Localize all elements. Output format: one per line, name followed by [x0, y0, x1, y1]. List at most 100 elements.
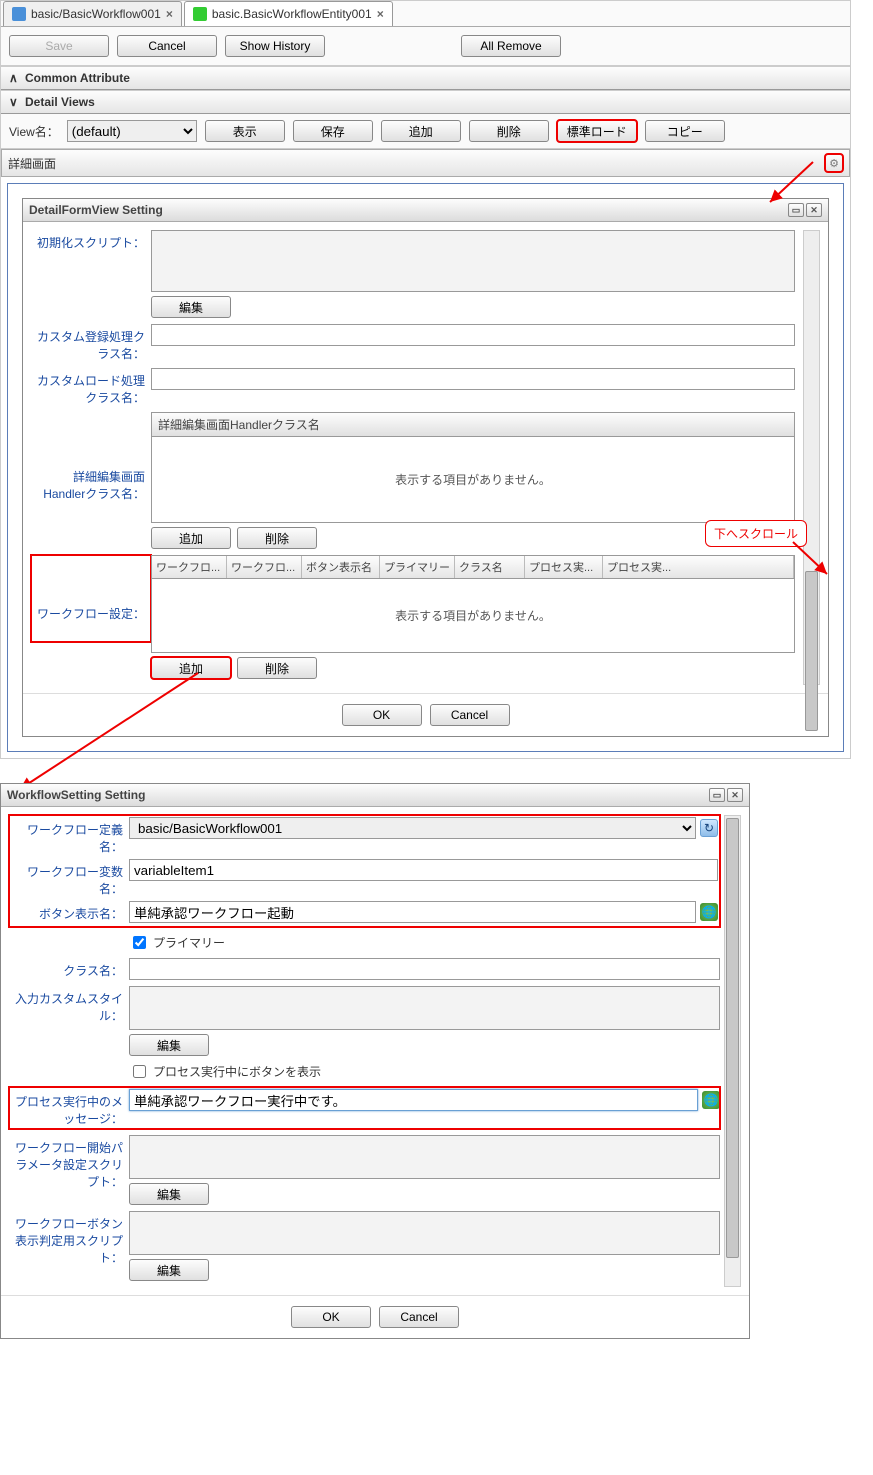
- window-titlebar: DetailFormView Setting ▭ ✕: [23, 199, 828, 222]
- tab-basic-workflow-entity[interactable]: basic.BasicWorkflowEntity001 ×: [184, 1, 393, 26]
- chevron-right-icon: ∧: [9, 71, 19, 85]
- handler-label: 詳細編集画面Handlerクラス名：: [31, 412, 151, 502]
- edit-button[interactable]: 編集: [151, 296, 231, 318]
- workflow-grid-header: ワークフロ... ワークフロ... ボタン表示名 プライマリー クラス名 プロセ…: [151, 555, 795, 579]
- form-area: 初期化スクリプト： 編集 カスタム登録処理クラス名：: [31, 230, 803, 685]
- grid-col[interactable]: プロセス実...: [525, 556, 603, 578]
- custom-load-label: カスタムロード処理クラス名：: [31, 368, 151, 406]
- gear-icon[interactable]: ⚙: [825, 154, 843, 172]
- vertical-scrollbar[interactable]: [803, 230, 820, 685]
- def-name-label: ワークフロー定義名：: [9, 817, 129, 855]
- view-selector-row: View名： (default) 表示 保存 追加 削除 標準ロード コピー: [1, 114, 850, 149]
- close-icon[interactable]: ×: [377, 7, 384, 21]
- start-param-textarea[interactable]: [129, 1135, 720, 1179]
- reload-icon[interactable]: ↻: [700, 819, 718, 837]
- copy-view-button[interactable]: コピー: [645, 120, 725, 142]
- grid-col[interactable]: プライマリー: [380, 556, 455, 578]
- grid-col[interactable]: ワークフロ...: [227, 556, 302, 578]
- grid-col[interactable]: ボタン表示名: [302, 556, 380, 578]
- scrollbar-thumb[interactable]: [805, 571, 818, 731]
- custom-register-label: カスタム登録処理クラス名：: [31, 324, 151, 362]
- add-view-button[interactable]: 追加: [381, 120, 461, 142]
- init-script-textarea[interactable]: [151, 230, 795, 292]
- ok-button[interactable]: OK: [342, 704, 422, 726]
- accordion-label: Detail Views: [25, 95, 95, 109]
- edit-button[interactable]: 編集: [129, 1034, 209, 1056]
- tab-basic-workflow[interactable]: basic/BasicWorkflow001 ×: [3, 1, 182, 26]
- primary-label: プライマリー: [153, 934, 225, 951]
- vertical-scrollbar[interactable]: [724, 815, 741, 1287]
- accordion-common-attribute[interactable]: ∧ Common Attribute: [1, 66, 850, 90]
- grid-col[interactable]: クラス名: [455, 556, 525, 578]
- minimize-icon[interactable]: ▭: [709, 788, 725, 802]
- main-window: basic/BasicWorkflow001 × basic.BasicWork…: [0, 0, 851, 759]
- detailformview-window: DetailFormView Setting ▭ ✕ 初期化スクリプト： 編集: [22, 198, 829, 737]
- window-title: WorkflowSetting Setting: [7, 788, 145, 802]
- var-name-input[interactable]: [129, 859, 718, 881]
- view-name-select[interactable]: (default): [67, 120, 197, 142]
- cancel-button[interactable]: Cancel: [430, 704, 510, 726]
- workflow-add-button[interactable]: 追加: [151, 657, 231, 679]
- show-btn-label: プロセス実行中にボタンを表示: [153, 1063, 321, 1080]
- globe-icon[interactable]: 🌐: [700, 903, 718, 921]
- edit-button[interactable]: 編集: [129, 1183, 209, 1205]
- handler-add-button[interactable]: 追加: [151, 527, 231, 549]
- view-name-label: View名：: [9, 123, 59, 140]
- chevron-down-icon: ∨: [9, 95, 19, 109]
- ok-button[interactable]: OK: [291, 1306, 371, 1328]
- grid-col[interactable]: プロセス実...: [603, 556, 794, 578]
- accordion-label: Common Attribute: [25, 71, 130, 85]
- btn-disp-label: ボタン表示名：: [9, 901, 129, 922]
- workflow-grid-empty: 表示する項目がありません。: [151, 579, 795, 653]
- class-name-input[interactable]: [129, 958, 720, 980]
- tab-label: basic.BasicWorkflowEntity001: [212, 7, 372, 21]
- save-button[interactable]: Save: [9, 35, 109, 57]
- minimize-icon[interactable]: ▭: [788, 203, 804, 217]
- process-msg-input[interactable]: [129, 1089, 698, 1111]
- delete-view-button[interactable]: 削除: [469, 120, 549, 142]
- shield-icon: [193, 7, 207, 21]
- start-param-label: ワークフロー開始パラメータ設定スクリプト：: [9, 1135, 129, 1190]
- handler-delete-button[interactable]: 削除: [237, 527, 317, 549]
- show-btn-checkbox[interactable]: [133, 1065, 146, 1078]
- top-toolbar: Save Cancel Show History All Remove: [1, 27, 850, 66]
- cancel-button[interactable]: Cancel: [379, 1306, 459, 1328]
- scrollbar-thumb[interactable]: [726, 818, 739, 1258]
- save-view-button[interactable]: 保存: [293, 120, 373, 142]
- btn-disp-input[interactable]: [129, 901, 696, 923]
- window-titlebar: WorkflowSetting Setting ▭ ✕: [1, 784, 749, 807]
- input-custom-style-label: 入力カスタムスタイル：: [9, 986, 129, 1024]
- workflow-delete-button[interactable]: 削除: [237, 657, 317, 679]
- detail-panel-bar: 詳細画面 ⚙: [1, 149, 850, 177]
- grid-col[interactable]: ワークフロ...: [152, 556, 227, 578]
- close-icon[interactable]: ✕: [806, 203, 822, 217]
- workflow-setting-label: ワークフロー設定：: [31, 555, 151, 642]
- show-history-button[interactable]: Show History: [225, 35, 325, 57]
- standard-load-button[interactable]: 標準ロード: [557, 120, 637, 142]
- def-name-select[interactable]: basic/BasicWorkflow001: [129, 817, 696, 839]
- accordion-detail-views[interactable]: ∨ Detail Views: [1, 90, 850, 114]
- window-title: DetailFormView Setting: [29, 203, 163, 217]
- close-icon[interactable]: ✕: [727, 788, 743, 802]
- handler-grid-empty: 表示する項目がありません。: [151, 437, 795, 523]
- tab-bar: basic/BasicWorkflow001 × basic.BasicWork…: [1, 1, 850, 27]
- custom-register-input[interactable]: [151, 324, 795, 346]
- globe-icon[interactable]: 🌐: [702, 1091, 720, 1109]
- detail-panel-title: 詳細画面: [8, 155, 56, 172]
- class-name-label: クラス名：: [9, 958, 129, 979]
- cancel-button[interactable]: Cancel: [117, 35, 217, 57]
- all-remove-button[interactable]: All Remove: [461, 35, 561, 57]
- input-custom-style-textarea[interactable]: [129, 986, 720, 1030]
- custom-load-input[interactable]: [151, 368, 795, 390]
- close-icon[interactable]: ×: [166, 7, 173, 21]
- db-icon: [12, 7, 26, 21]
- workflowsetting-window: WorkflowSetting Setting ▭ ✕ ワークフロー定義名： b…: [0, 783, 750, 1339]
- edit-button[interactable]: 編集: [129, 1259, 209, 1281]
- process-msg-label: プロセス実行中のメッセージ：: [9, 1089, 129, 1127]
- primary-checkbox[interactable]: [133, 936, 146, 949]
- callout-scroll-down: 下へスクロール: [705, 520, 807, 547]
- btn-cond-textarea[interactable]: [129, 1211, 720, 1255]
- btn-cond-label: ワークフローボタン表示判定用スクリプト：: [9, 1211, 129, 1266]
- display-button[interactable]: 表示: [205, 120, 285, 142]
- init-script-label: 初期化スクリプト：: [31, 230, 151, 251]
